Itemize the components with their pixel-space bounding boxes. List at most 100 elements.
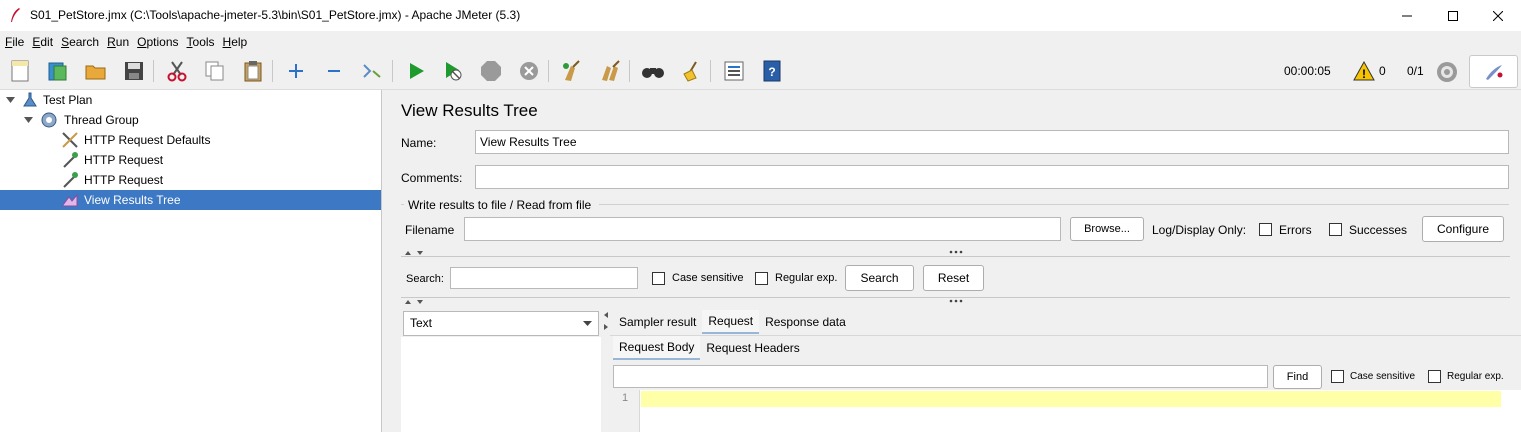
function-helper-list-icon[interactable] [722, 59, 746, 83]
tab-response-data[interactable]: Response data [759, 310, 852, 334]
close-icon[interactable] [1475, 0, 1521, 31]
successes-checkbox[interactable] [1329, 223, 1342, 236]
copy-icon[interactable] [203, 59, 227, 83]
tab-request-body[interactable]: Request Body [613, 336, 701, 360]
chevron-down-icon[interactable] [24, 116, 33, 124]
regular-exp-checkbox[interactable] [755, 272, 768, 285]
case-sensitive-checkbox[interactable] [652, 272, 665, 285]
result-tabs: Sampler result Request Response data [613, 310, 1510, 335]
menu-help[interactable]: Help [223, 35, 248, 49]
renderer-select[interactable]: Text [403, 311, 599, 336]
active-threads: 0/1 [1407, 64, 1424, 78]
errors-label: Errors [1279, 223, 1312, 237]
new-icon[interactable] [8, 59, 32, 83]
warning-icon[interactable]: ! [1353, 60, 1375, 81]
filename-label: Filename [405, 223, 455, 237]
collapse-all-icon[interactable] [322, 59, 346, 83]
tree-item-http-request-1[interactable]: HTTP Request [0, 150, 381, 170]
maximize-icon[interactable] [1430, 0, 1476, 31]
comments-label: Comments: [401, 171, 463, 185]
reset-button[interactable]: Reset [923, 265, 984, 291]
name-label: Name: [401, 136, 437, 150]
configure-button[interactable]: Configure [1422, 216, 1504, 242]
log-display-only-label: Log/Display Only: [1152, 223, 1247, 237]
browse-button[interactable]: Browse... [1070, 217, 1144, 241]
shutdown-icon[interactable] [517, 59, 541, 83]
page-title: View Results Tree [401, 101, 538, 120]
errors-checkbox[interactable] [1259, 223, 1272, 236]
elapsed-time: 00:00:05 [1284, 64, 1331, 78]
tree-item-http-defaults[interactable]: HTTP Request Defaults [0, 130, 381, 150]
minimize-icon[interactable] [1384, 0, 1430, 31]
toggle-icon[interactable] [360, 59, 384, 83]
successes-label: Successes [1349, 223, 1408, 237]
templates-icon[interactable] [46, 59, 70, 83]
start-no-pauses-icon[interactable] [441, 59, 465, 83]
tab-sampler-result[interactable]: Sampler result [613, 310, 702, 334]
find-input[interactable] [613, 365, 1268, 388]
listener-icon [62, 193, 78, 207]
line-number-gutter: 1 [612, 390, 640, 432]
find-case-sensitive-checkbox[interactable] [1331, 370, 1344, 383]
thread-group-gear-icon [41, 112, 57, 128]
find-case-sensitive-label: Case sensitive [1350, 371, 1416, 382]
search-button[interactable]: Search [845, 265, 914, 291]
vertical-split-divider[interactable] [603, 310, 609, 432]
tab-request-headers[interactable]: Request Headers [700, 336, 805, 360]
test-plan-icon [23, 92, 37, 107]
results-list[interactable] [401, 337, 601, 432]
split-divider[interactable] [401, 248, 1510, 257]
stop-icon[interactable] [479, 59, 503, 83]
filename-field[interactable] [464, 217, 1061, 241]
case-sensitive-label: Case sensitive [672, 272, 744, 284]
save-icon[interactable] [122, 59, 146, 83]
jmeter-feather-icon [11, 8, 20, 22]
tab-request[interactable]: Request [702, 310, 760, 334]
log-viewer-toggle[interactable] [1469, 55, 1518, 88]
search-input[interactable] [450, 267, 638, 289]
request-tabs: Request Body Request Headers [613, 336, 1510, 361]
expand-all-icon[interactable] [284, 59, 308, 83]
search-label: Search: [406, 273, 444, 285]
svg-text:?: ? [768, 65, 775, 79]
feather-logo-icon [1485, 64, 1502, 80]
chevron-down-icon[interactable] [6, 96, 15, 104]
help-book-icon[interactable]: ? [760, 59, 784, 83]
menu-run[interactable]: Run [107, 35, 129, 49]
remote-status-icon[interactable] [1436, 61, 1458, 83]
file-group-title: Write results to file / Read from file [408, 198, 592, 212]
test-plan-tree: Test Plan Thread Group HTTP Request Defa… [0, 90, 382, 432]
open-folder-icon[interactable] [84, 59, 108, 83]
tree-item-view-results-tree[interactable]: View Results Tree [0, 190, 381, 210]
menu-search[interactable]: Search [61, 35, 99, 49]
line-number: 1 [622, 392, 629, 404]
name-field[interactable]: View Results Tree [475, 130, 1509, 154]
find-button[interactable]: Find [1273, 365, 1322, 389]
regular-exp-label: Regular exp. [775, 272, 838, 284]
menu-bar: File Edit Search Run Options Tools Help [0, 31, 1521, 52]
cut-icon[interactable] [165, 59, 189, 83]
paste-icon[interactable] [241, 59, 265, 83]
tree-item-http-request-2[interactable]: HTTP Request [0, 170, 381, 190]
menu-file[interactable]: File [5, 35, 24, 49]
clear-icon[interactable] [560, 59, 584, 83]
menu-edit[interactable]: Edit [32, 35, 53, 49]
search-binoculars-icon[interactable] [641, 59, 665, 83]
menu-tools[interactable]: Tools [187, 35, 215, 49]
current-line-highlight [641, 391, 1501, 407]
renderer-selected: Text [410, 316, 433, 330]
find-regular-exp-label: Regular exp. [1447, 371, 1504, 382]
comments-field[interactable] [475, 165, 1509, 189]
clear-all-icon[interactable] [598, 59, 622, 83]
pipette-icon [63, 172, 78, 188]
pipette-icon [63, 152, 78, 168]
window-title: S01_PetStore.jmx (C:\Tools\apache-jmeter… [30, 8, 521, 22]
tree-item-thread-group[interactable]: Thread Group [0, 110, 381, 130]
start-icon[interactable] [404, 59, 428, 83]
request-body-editor[interactable]: 1 [612, 390, 1521, 432]
menu-options[interactable]: Options [137, 35, 178, 49]
find-regular-exp-checkbox[interactable] [1428, 370, 1441, 383]
tree-item-test-plan[interactable]: Test Plan [0, 90, 381, 110]
reset-search-broom-icon[interactable] [679, 59, 703, 83]
split-divider[interactable] [401, 297, 1510, 306]
